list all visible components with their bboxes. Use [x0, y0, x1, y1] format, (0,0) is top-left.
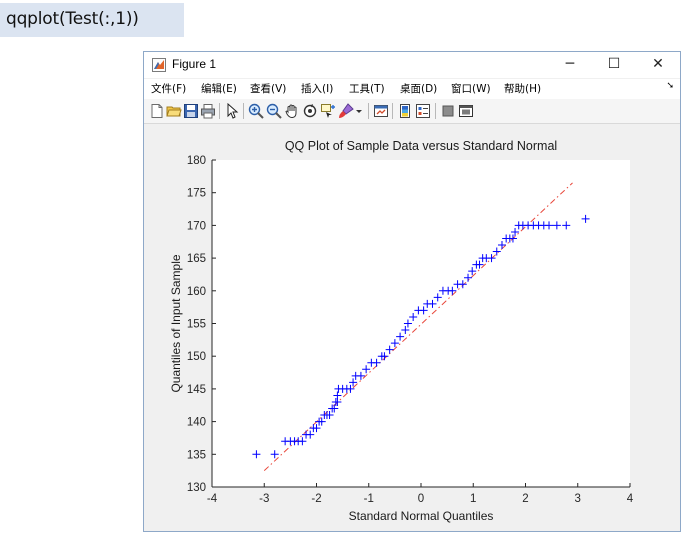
menu-tools[interactable]: 工具(T): [349, 81, 385, 96]
maximize-button[interactable]: ☐: [592, 52, 636, 78]
x-tick-label: -2: [311, 493, 321, 505]
y-tick-label: 170: [187, 220, 206, 232]
open-file-icon[interactable]: [166, 103, 182, 119]
dropdown-arrow-icon[interactable]: [355, 103, 363, 119]
figure-toolbar: [144, 99, 680, 124]
figure-window: Figure 1 ─ ☐ ✕ 文件(F) 编辑(E) 查看(V) 插入(I) 工…: [143, 51, 681, 532]
edit-plot-arrow-icon[interactable]: [224, 103, 240, 119]
toolbar-separator: [243, 103, 244, 119]
toolbar-separator: [368, 103, 369, 119]
matlab-figure-icon: [152, 58, 166, 72]
x-tick-label: 2: [522, 493, 528, 505]
menu-window[interactable]: 窗口(W): [451, 81, 491, 96]
toolbar-separator: [435, 103, 436, 119]
y-tick-label: 150: [187, 351, 206, 363]
y-tick-label: 180: [187, 155, 206, 167]
x-tick-label: 3: [575, 493, 581, 505]
pan-hand-icon[interactable]: [284, 103, 300, 119]
minimize-button[interactable]: ─: [548, 52, 592, 78]
toolbar-separator: [219, 103, 220, 119]
window-title: Figure 1: [172, 57, 217, 71]
zoom-out-icon[interactable]: [266, 103, 282, 119]
y-axis-label: Quantiles of Input Sample: [169, 254, 183, 392]
chart-title: QQ Plot of Sample Data versus Standard N…: [285, 139, 557, 153]
x-tick-label: 1: [470, 493, 476, 505]
y-tick-label: 155: [187, 319, 206, 331]
command-band: qqplot(Test(:,1)): [0, 0, 692, 42]
y-tick-label: 130: [187, 482, 206, 494]
menu-desktop[interactable]: 桌面(D): [400, 81, 437, 96]
command-snippet: qqplot(Test(:,1)): [0, 3, 184, 37]
plot-area: [212, 160, 630, 487]
zoom-in-icon[interactable]: [248, 103, 264, 119]
y-tick-label: 175: [187, 188, 206, 200]
data-cursor-icon[interactable]: [320, 103, 336, 119]
y-tick-label: 135: [187, 449, 206, 461]
hide-plot-tools-icon[interactable]: [440, 103, 456, 119]
menu-view[interactable]: 查看(V): [250, 81, 286, 96]
menu-insert[interactable]: 插入(I): [301, 81, 333, 96]
menu-bar: 文件(F) 编辑(E) 查看(V) 插入(I) 工具(T) 桌面(D) 窗口(W…: [144, 79, 680, 99]
y-tick-label: 160: [187, 286, 206, 298]
x-tick-label: 0: [418, 493, 424, 505]
show-plot-tools-icon[interactable]: [458, 103, 474, 119]
x-tick-label: -3: [259, 493, 269, 505]
toolbar-separator: [392, 103, 393, 119]
link-plot-icon[interactable]: [373, 103, 389, 119]
insert-legend-icon[interactable]: [415, 103, 431, 119]
print-icon[interactable]: [200, 103, 216, 119]
insert-colorbar-icon[interactable]: [397, 103, 413, 119]
menu-help[interactable]: 帮助(H): [504, 81, 541, 96]
menu-edit[interactable]: 编辑(E): [201, 81, 237, 96]
x-tick-label: -4: [207, 493, 218, 505]
close-button[interactable]: ✕: [636, 52, 680, 78]
x-tick-label: 4: [627, 493, 634, 505]
menu-file[interactable]: 文件(F): [151, 81, 186, 96]
x-axis-label: Standard Normal Quantiles: [349, 509, 494, 523]
y-tick-label: 165: [187, 253, 206, 265]
title-bar[interactable]: Figure 1 ─ ☐ ✕: [144, 52, 680, 78]
qq-plot[interactable]: -4 -3 -2 -1 0 1 2 3 4 130 135 140 145 150 155 160 165 170…: [144, 124, 680, 531]
figure-canvas: -4 -3 -2 -1 0 1 2 3 4 130 135 140 145 150 155 160 165 170…: [144, 124, 680, 531]
y-tick-label: 140: [187, 417, 206, 429]
menu-overflow-icon[interactable]: ➘: [666, 81, 674, 91]
x-tick-label: -1: [364, 493, 374, 505]
y-tick-label: 145: [187, 384, 206, 396]
rotate-3d-icon[interactable]: [302, 103, 318, 119]
save-icon[interactable]: [183, 103, 199, 119]
brush-icon[interactable]: [338, 103, 354, 119]
new-figure-icon[interactable]: [149, 103, 165, 119]
command-text: qqplot(Test(:,1)): [6, 9, 139, 29]
